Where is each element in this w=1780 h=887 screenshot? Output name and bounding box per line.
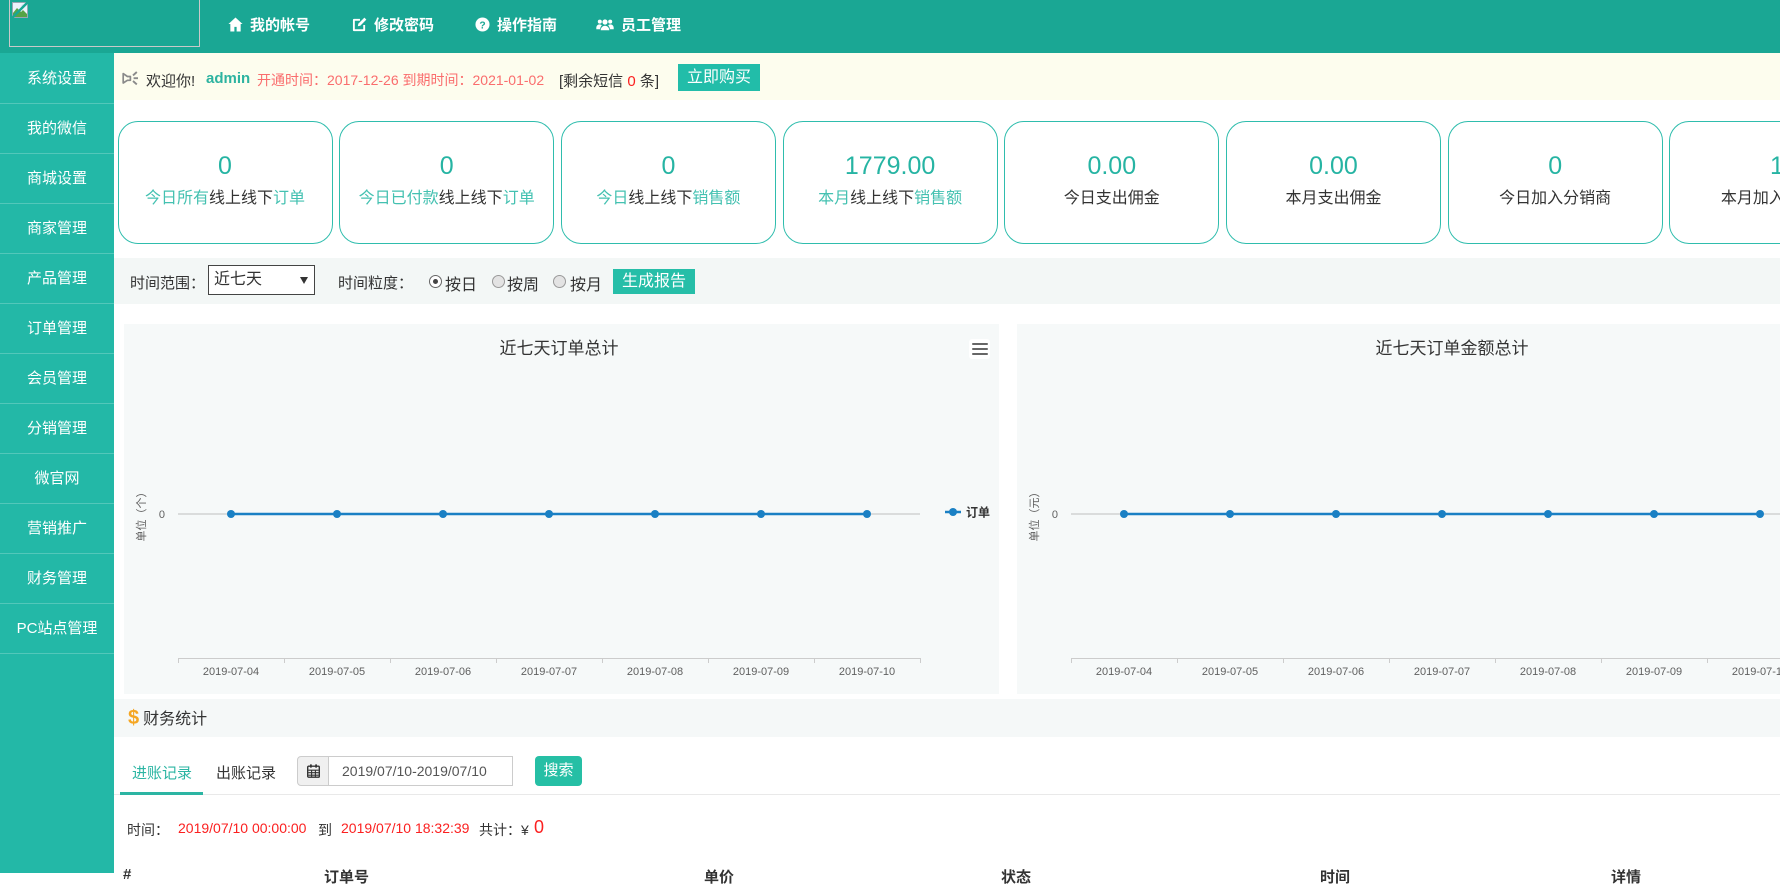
svg-text:2019-07-06: 2019-07-06 (415, 666, 471, 678)
svg-text:2019-07-09: 2019-07-09 (1626, 666, 1682, 678)
svg-text:2019-07-09: 2019-07-09 (733, 666, 789, 678)
svg-text:2019-07-08: 2019-07-08 (1520, 666, 1576, 678)
svg-text:单位（个）: 单位（个） (134, 487, 148, 542)
svg-text:2019-07-10: 2019-07-10 (839, 666, 895, 678)
svg-text:2019-07-05: 2019-07-05 (1202, 666, 1258, 678)
svg-text:近七天订单金额总计: 近七天订单金额总计 (1376, 339, 1529, 358)
svg-text:?: ? (479, 20, 485, 31)
svg-text:近七天订单总计: 近七天订单总计 (500, 339, 619, 358)
svg-text:0: 0 (159, 509, 165, 521)
svg-text:2019-07-05: 2019-07-05 (309, 666, 365, 678)
svg-text:2019-07-07: 2019-07-07 (1414, 666, 1470, 678)
svg-text:2019-07-04: 2019-07-04 (1096, 666, 1152, 678)
svg-text:2019-07-08: 2019-07-08 (627, 666, 683, 678)
svg-text:2019-07-07: 2019-07-07 (521, 666, 577, 678)
svg-text:2019-07-04: 2019-07-04 (203, 666, 259, 678)
svg-text:单位（元）: 单位（元） (1027, 487, 1041, 542)
svg-text:2019-07-10: 2019-07-10 (1732, 666, 1780, 678)
svg-text:2019-07-06: 2019-07-06 (1308, 666, 1364, 678)
svg-text:0: 0 (1052, 509, 1058, 521)
svg-text:订单: 订单 (966, 505, 990, 520)
